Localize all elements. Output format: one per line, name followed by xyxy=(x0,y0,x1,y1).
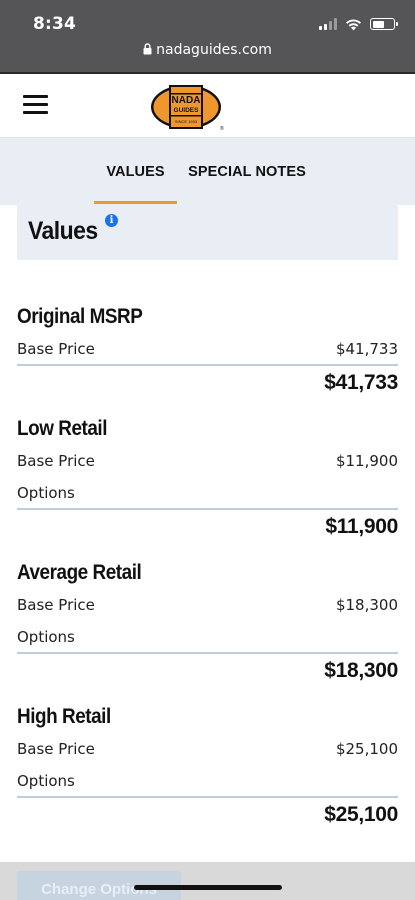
nada-guides-logo[interactable]: NADA GUIDES SINCE 1933 ® xyxy=(151,82,225,132)
tab-values-label: VALUES xyxy=(106,163,165,180)
tab-special-notes-label: SPECIAL NOTES xyxy=(188,163,306,180)
row-label: Options xyxy=(17,628,75,646)
section-total: $41,733 xyxy=(324,371,398,394)
row-value: $25,100 xyxy=(335,740,398,758)
section-title: Original MSRP xyxy=(17,305,143,328)
page-title: Values xyxy=(28,217,98,245)
site-header: NADA GUIDES SINCE 1933 ® xyxy=(0,72,415,138)
tab-active-indicator xyxy=(94,201,177,204)
row-value: $41,733 xyxy=(335,340,398,358)
logo-text-line3: SINCE 1933 xyxy=(175,119,198,124)
section-total: $25,100 xyxy=(324,803,398,826)
value-row: Options xyxy=(17,484,398,504)
tabs-bar: VALUES SPECIAL NOTES xyxy=(0,138,415,205)
value-row: Options xyxy=(17,628,398,648)
row-label: Options xyxy=(17,484,75,502)
row-label: Base Price xyxy=(17,340,95,358)
logo-text-line2: GUIDES xyxy=(174,107,200,114)
divider xyxy=(17,652,398,654)
section-title: Average Retail xyxy=(17,561,142,584)
divider xyxy=(17,796,398,798)
value-row: Base Price $11,900 xyxy=(17,452,398,472)
bottom-bar: Change Options xyxy=(0,862,415,900)
url-text: nadaguides.com xyxy=(156,42,272,58)
wifi-icon xyxy=(346,18,361,30)
home-indicator[interactable] xyxy=(134,885,282,890)
status-time: 8:34 xyxy=(33,14,77,34)
status-icons xyxy=(319,16,398,32)
battery-icon xyxy=(370,18,398,30)
address-bar[interactable]: nadaguides.com xyxy=(0,42,415,58)
value-row: Options xyxy=(17,772,398,792)
tab-values[interactable]: VALUES xyxy=(94,138,177,205)
value-row: Base Price $41,733 xyxy=(17,340,398,360)
section-title: Low Retail xyxy=(17,417,108,440)
row-label: Options xyxy=(17,772,75,790)
signal-icon xyxy=(319,18,337,30)
info-icon[interactable]: i xyxy=(105,214,118,227)
row-label: Base Price xyxy=(17,740,95,758)
hamburger-icon[interactable] xyxy=(23,95,48,115)
svg-text:®: ® xyxy=(220,125,224,132)
divider xyxy=(17,508,398,510)
lock-icon xyxy=(143,43,152,55)
tab-special-notes[interactable]: SPECIAL NOTES xyxy=(188,138,306,205)
logo-text-line1: NADA xyxy=(172,95,201,106)
value-row: Base Price $18,300 xyxy=(17,596,398,616)
row-value: $11,900 xyxy=(335,452,398,470)
status-bar: 8:34 nadaguides.com xyxy=(0,0,415,72)
row-label: Base Price xyxy=(17,596,95,614)
section-total: $18,300 xyxy=(324,659,398,682)
row-label: Base Price xyxy=(17,452,95,470)
value-row: Base Price $25,100 xyxy=(17,740,398,760)
section-title: High Retail xyxy=(17,705,111,728)
values-heading-card: Values i xyxy=(17,205,398,260)
section-total: $11,900 xyxy=(325,515,398,538)
divider xyxy=(17,364,398,366)
row-value: $18,300 xyxy=(335,596,398,614)
